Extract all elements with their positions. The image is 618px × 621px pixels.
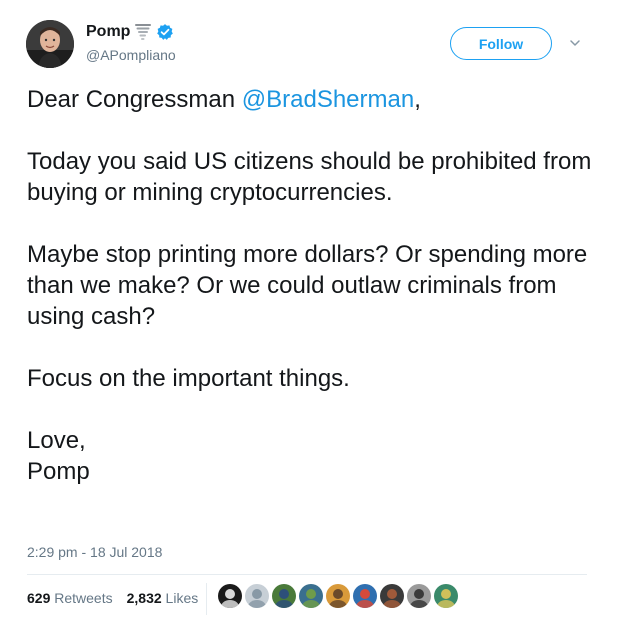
liker-avatar-9[interactable]	[434, 584, 458, 608]
follow-button[interactable]: Follow	[450, 27, 552, 60]
liker-avatar-1[interactable]	[218, 584, 242, 608]
signoff-line-1: Love,	[27, 427, 86, 454]
tweet-paragraph-3: Maybe stop printing more dollars? Or spe…	[27, 241, 588, 330]
liker-avatar-2[interactable]	[245, 584, 269, 608]
tweet-stats: 629 Retweets 2,832 Likes	[27, 590, 198, 606]
liker-avatar-4[interactable]	[299, 584, 323, 608]
liker-avatar-3[interactable]	[272, 584, 296, 608]
liker-avatar-5[interactable]	[326, 584, 350, 608]
greeting-prefix: Dear Congressman	[27, 86, 242, 113]
verified-badge-icon	[156, 23, 174, 41]
author-avatar[interactable]	[26, 20, 74, 68]
tweet-paragraph-2: Today you said US citizens should be pro…	[27, 148, 592, 206]
chevron-down-icon[interactable]	[568, 36, 582, 50]
divider	[27, 574, 587, 575]
signoff-line-2: Pomp	[27, 458, 90, 485]
likes-count: 2,832	[126, 590, 162, 606]
tornado-icon	[135, 23, 152, 41]
liker-avatar-6[interactable]	[353, 584, 377, 608]
liker-avatar-8[interactable]	[407, 584, 431, 608]
display-name[interactable]: Pomp	[86, 23, 130, 41]
tweet-timestamp[interactable]: 2:29 pm - 18 Jul 2018	[27, 544, 162, 560]
tweet-paragraph-4: Focus on the important things.	[27, 365, 350, 392]
tweet-signoff: Love, Pomp	[27, 425, 597, 487]
tweet-card: Pomp @APompliano Follow Dear Congressman	[0, 0, 618, 621]
likes-label: Likes	[165, 590, 199, 606]
stats-separator	[206, 583, 207, 615]
author-name-row[interactable]: Pomp	[86, 23, 174, 41]
tweet-paragraph-greeting: Dear Congressman @BradSherman,	[27, 84, 597, 115]
greeting-suffix: ,	[414, 86, 421, 113]
liker-avatar-7[interactable]	[380, 584, 404, 608]
retweets-count: 629	[27, 590, 51, 606]
likes-stat[interactable]: 2,832 Likes	[127, 590, 199, 606]
retweets-label: Retweets	[54, 590, 113, 606]
liker-avatars	[218, 584, 458, 608]
tweet-text: Dear Congressman @BradSherman, Today you…	[27, 84, 597, 487]
retweets-stat[interactable]: 629 Retweets	[27, 590, 113, 606]
author-handle[interactable]: @APompliano	[86, 47, 176, 63]
mention-link[interactable]: @BradSherman	[242, 86, 414, 113]
